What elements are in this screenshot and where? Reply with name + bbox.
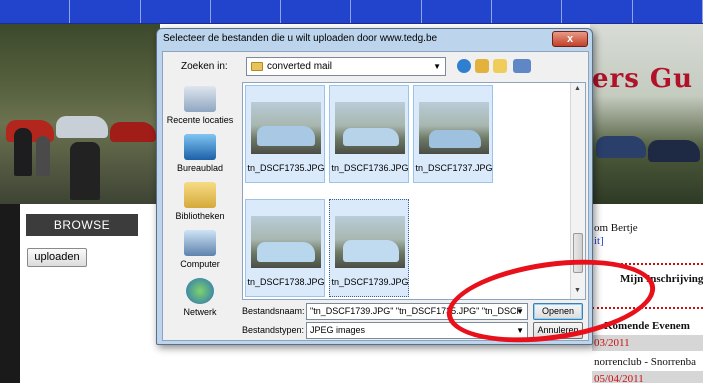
folder-icon — [251, 62, 263, 71]
place-label: Computer — [180, 259, 220, 269]
top-navigation-bar — [0, 0, 703, 24]
nav-cell[interactable] — [141, 0, 211, 23]
new-folder-icon[interactable] — [493, 59, 507, 73]
nav-cell[interactable] — [492, 0, 563, 23]
header-photo-left — [0, 24, 160, 204]
up-folder-icon[interactable] — [475, 59, 489, 73]
nav-cell[interactable] — [562, 0, 633, 23]
filename-label: Bestandsnaam: — [242, 306, 305, 316]
look-in-dropdown[interactable]: converted mail ▼ — [246, 57, 446, 76]
filetype-value: JPEG images — [310, 325, 366, 335]
upload-button[interactable]: uploaden — [27, 248, 87, 267]
person-shape — [36, 136, 50, 176]
close-button[interactable]: x — [552, 31, 588, 47]
place-computer[interactable]: Computer — [163, 230, 237, 269]
nav-cell[interactable] — [633, 0, 703, 23]
nav-cell[interactable] — [351, 0, 422, 23]
network-icon — [186, 278, 214, 304]
place-network[interactable]: Netwerk — [163, 278, 237, 317]
car-shape — [110, 122, 156, 142]
nav-cell[interactable] — [422, 0, 493, 23]
image-thumbnail — [335, 102, 405, 154]
nav-cell[interactable] — [281, 0, 352, 23]
recent-places-icon — [184, 86, 216, 112]
place-desktop[interactable]: Bureaublad — [163, 134, 237, 173]
computer-icon — [184, 230, 216, 256]
place-label: Recente locaties — [166, 115, 234, 125]
event-name[interactable]: norrenclub - Snorrenba — [594, 356, 696, 368]
nav-cell[interactable] — [211, 0, 282, 23]
chevron-down-icon: ▼ — [433, 62, 441, 71]
image-thumbnail — [419, 102, 489, 154]
car-shape — [257, 126, 315, 146]
left-panel: BROWSE uploaden — [0, 204, 160, 383]
image-thumbnail — [251, 102, 321, 154]
car-shape — [596, 136, 646, 158]
places-bar: Recente locaties Bureaublad Bibliotheken… — [163, 82, 237, 334]
desktop-icon — [184, 134, 216, 160]
file-item[interactable]: tn_DSCF1739.JPG — [329, 199, 409, 297]
file-item[interactable]: tn_DSCF1735.JPG — [245, 85, 325, 183]
event-date: 03/2011 — [594, 337, 630, 349]
nav-cell[interactable] — [70, 0, 141, 23]
file-name: tn_DSCF1737.JPG — [415, 163, 493, 173]
web-page: ers Gu BROWSE uploaden om Bertje it] Mij… — [0, 0, 703, 383]
image-thumbnail — [335, 216, 405, 268]
nav-cell[interactable] — [0, 0, 71, 23]
car-shape — [56, 116, 108, 138]
event-date: 05/04/2011 — [594, 373, 644, 383]
car-shape — [429, 130, 481, 148]
place-recent[interactable]: Recente locaties — [163, 86, 237, 125]
scroll-up-icon[interactable]: ▲ — [574, 85, 581, 92]
place-label: Bureaublad — [176, 163, 224, 173]
car-shape — [343, 128, 399, 146]
file-item[interactable]: tn_DSCF1738.JPG — [245, 199, 325, 297]
back-icon[interactable] — [457, 59, 471, 73]
header-photo-right: ers Gu — [590, 24, 703, 204]
libraries-icon — [184, 182, 216, 208]
file-item[interactable]: tn_DSCF1737.JPG — [413, 85, 493, 183]
file-item[interactable]: tn_DSCF1736.JPG — [329, 85, 409, 183]
file-name: tn_DSCF1739.JPG — [331, 277, 409, 287]
look-in-value: converted mail — [267, 61, 333, 72]
car-shape — [343, 240, 399, 262]
file-name: tn_DSCF1736.JPG — [331, 163, 409, 173]
car-shape — [648, 140, 700, 162]
place-label: Bibliotheken — [175, 211, 225, 221]
person-shape — [14, 128, 32, 176]
browse-button[interactable]: BROWSE — [26, 214, 138, 236]
file-name: tn_DSCF1735.JPG — [247, 163, 325, 173]
place-libraries[interactable]: Bibliotheken — [163, 182, 237, 221]
dialog-title: Selecteer de bestanden die u wilt upload… — [163, 33, 438, 44]
image-thumbnail — [251, 216, 321, 268]
car-shape — [257, 242, 315, 262]
view-menu-icon[interactable] — [513, 59, 531, 73]
filetype-label: Bestandstypen: — [242, 325, 305, 335]
look-in-label: Zoeken in: — [181, 61, 228, 72]
banner-title: ers Gu — [592, 64, 694, 94]
file-name: tn_DSCF1738.JPG — [247, 277, 325, 287]
welcome-text: om Bertje — [594, 222, 638, 234]
person-shape — [70, 142, 100, 200]
place-label: Netwerk — [183, 307, 217, 317]
left-dark-strip — [0, 204, 20, 383]
welcome-link[interactable]: it] — [594, 235, 604, 247]
